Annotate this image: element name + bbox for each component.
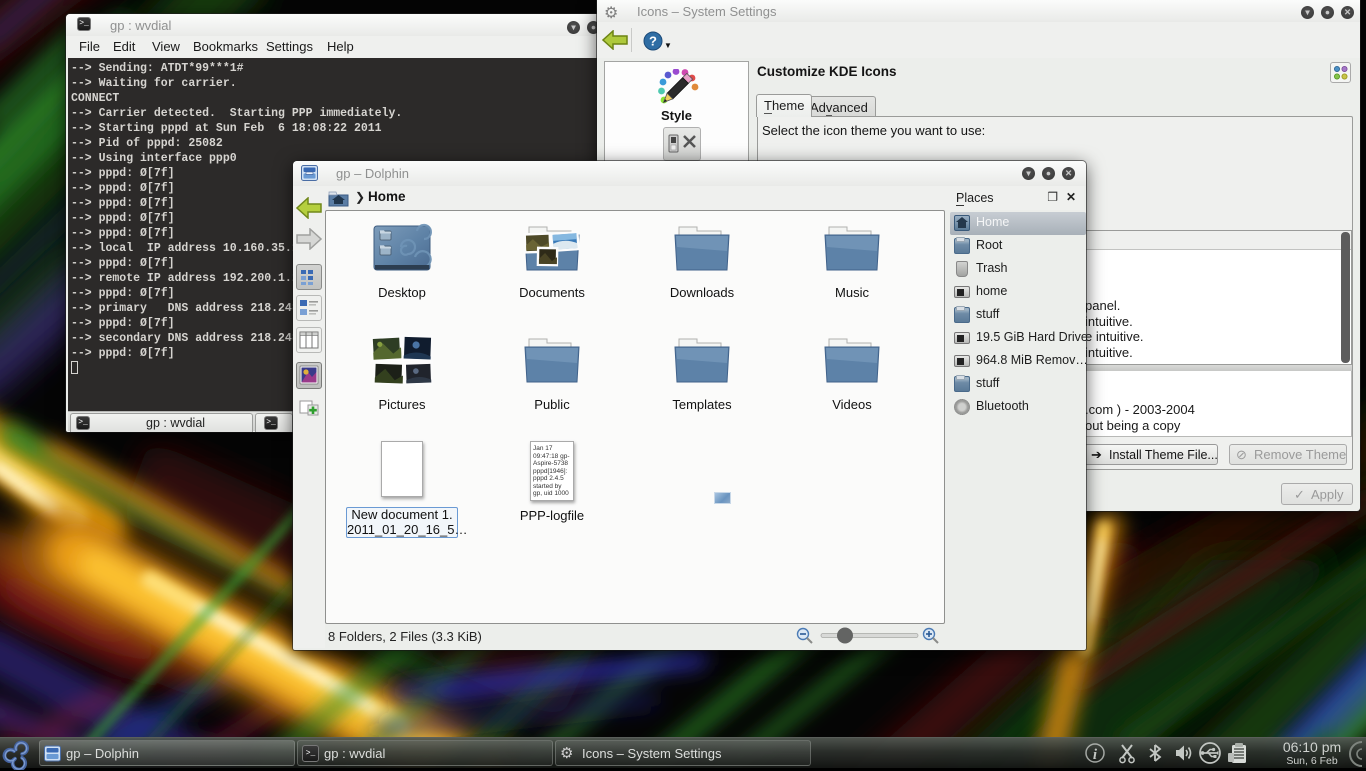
svg-text:i: i [1093, 747, 1098, 763]
svg-text:?: ? [649, 34, 657, 49]
